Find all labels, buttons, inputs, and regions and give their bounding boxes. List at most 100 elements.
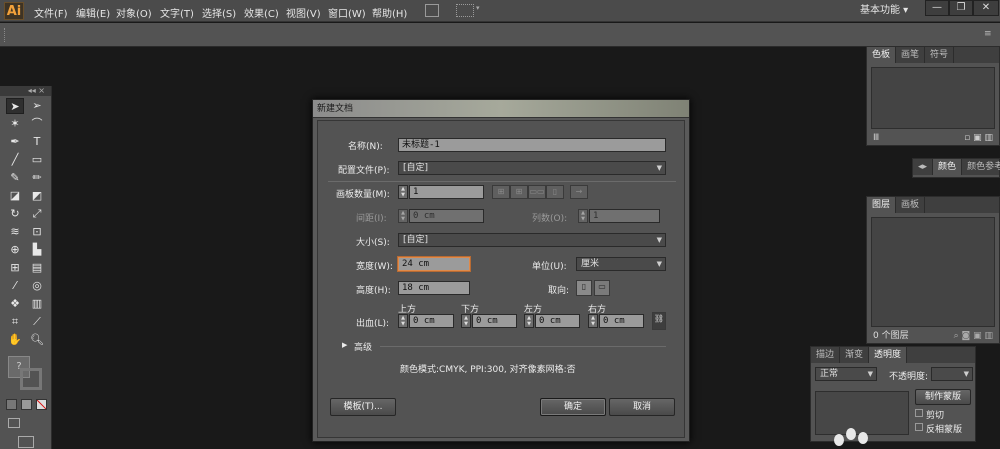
- tab-transparency[interactable]: 透明度: [869, 347, 908, 363]
- grid-by-column-icon[interactable]: ⊞: [510, 185, 528, 199]
- blob-brush-tool-icon[interactable]: ◪: [6, 188, 24, 204]
- hand-tool-icon[interactable]: ✋: [6, 332, 24, 348]
- drawing-mode-icon[interactable]: [8, 418, 20, 428]
- close-button[interactable]: ✕: [973, 0, 999, 16]
- landscape-orientation-icon[interactable]: ▭: [594, 280, 610, 296]
- portrait-orientation-icon[interactable]: ▯: [576, 280, 592, 296]
- menu-effect[interactable]: 效果(C): [244, 5, 279, 20]
- menu-edit[interactable]: 编辑(E): [76, 5, 110, 20]
- width-input[interactable]: 24 cm: [398, 257, 470, 271]
- artboard-tool-icon[interactable]: ⌗: [6, 314, 24, 330]
- change-to-rtl-icon[interactable]: →: [570, 185, 588, 199]
- grid-by-row-icon[interactable]: ⊞: [492, 185, 510, 199]
- shape-builder-tool-icon[interactable]: ⊕: [6, 242, 24, 258]
- column-graph-tool-icon[interactable]: ▥: [28, 296, 46, 312]
- bleed-top-stepper[interactable]: ▲ ▼: [398, 314, 408, 328]
- bleed-left-stepper[interactable]: ▲ ▼: [524, 314, 534, 328]
- slice-tool-icon[interactable]: ⟋: [28, 314, 46, 330]
- zoom-tool-icon[interactable]: 🔍︎: [28, 332, 46, 348]
- bridge-icon[interactable]: [425, 4, 439, 17]
- color-mode-icon[interactable]: [6, 399, 17, 410]
- stroke-swatch-icon[interactable]: [20, 368, 42, 390]
- restore-button[interactable]: ❐: [949, 0, 973, 16]
- rectangle-tool-icon[interactable]: ▭: [28, 152, 46, 168]
- symbol-sprayer-tool-icon[interactable]: ❖: [6, 296, 24, 312]
- columns-input[interactable]: 1: [589, 209, 660, 223]
- bleed-bottom-input[interactable]: 0 cm: [472, 314, 517, 328]
- tab-gradient[interactable]: 渐变: [840, 347, 870, 363]
- tab-color-guide[interactable]: 颜色参考: [962, 159, 1000, 175]
- screen-mode-icon[interactable]: [18, 436, 34, 448]
- templates-button[interactable]: 模板(T)...: [330, 398, 396, 416]
- spacing-stepper[interactable]: ▲ ▼: [398, 209, 408, 223]
- pencil-tool-icon[interactable]: ✏: [28, 170, 46, 186]
- clip-checkbox[interactable]: [915, 409, 923, 417]
- scale-tool-icon[interactable]: ⤢: [28, 206, 46, 222]
- tab-artboards[interactable]: 画板: [896, 197, 926, 213]
- gradient-mode-icon[interactable]: [21, 399, 32, 410]
- height-input[interactable]: 18 cm: [398, 281, 470, 295]
- menu-view[interactable]: 视图(V): [286, 5, 321, 20]
- make-mask-button[interactable]: 制作蒙版: [915, 389, 971, 405]
- bleed-top-input[interactable]: 0 cm: [409, 314, 454, 328]
- menu-file[interactable]: 文件(F): [34, 5, 68, 20]
- arrange-dropdown-icon[interactable]: ▾: [476, 4, 480, 12]
- toolbox-header[interactable]: ◂◂ ×: [0, 86, 51, 96]
- rotate-tool-icon[interactable]: ↻: [6, 206, 24, 222]
- bleed-left-input[interactable]: 0 cm: [535, 314, 580, 328]
- units-select[interactable]: 厘米 ▼: [576, 257, 666, 271]
- tab-stroke[interactable]: 描边: [811, 347, 841, 363]
- pen-tool-icon[interactable]: ✒: [6, 134, 24, 150]
- type-tool-icon[interactable]: T: [28, 134, 46, 150]
- lasso-tool-icon[interactable]: ⌒: [28, 116, 46, 132]
- menu-help[interactable]: 帮助(H): [372, 5, 407, 20]
- advanced-label[interactable]: 高级: [354, 340, 372, 353]
- invert-mask-checkbox[interactable]: [915, 423, 923, 431]
- menu-type[interactable]: 文字(T): [160, 5, 194, 20]
- tab-symbols[interactable]: 符号: [925, 47, 955, 63]
- paintbrush-tool-icon[interactable]: ✎: [6, 170, 24, 186]
- bleed-right-input[interactable]: 0 cm: [599, 314, 644, 328]
- name-input[interactable]: 未标题-1: [398, 138, 666, 152]
- selection-tool-icon[interactable]: ➤: [6, 98, 24, 114]
- gradient-tool-icon[interactable]: ▤: [28, 260, 46, 276]
- expand-advanced-icon[interactable]: ▶: [342, 341, 347, 349]
- tab-color[interactable]: 颜色: [933, 159, 963, 175]
- link-bleed-icon[interactable]: ⛓: [652, 312, 666, 330]
- arrange-documents-icon[interactable]: [456, 4, 474, 17]
- none-mode-icon[interactable]: [36, 399, 47, 410]
- direct-selection-tool-icon[interactable]: ➢: [28, 98, 46, 114]
- opacity-select[interactable]: ▼: [931, 367, 973, 381]
- free-transform-tool-icon[interactable]: ⊡: [28, 224, 46, 240]
- artboards-stepper[interactable]: ▲ ▼: [398, 185, 408, 199]
- spacing-input[interactable]: 0 cm: [409, 209, 484, 223]
- eyedropper-tool-icon[interactable]: ⁄: [6, 278, 24, 294]
- artboards-input[interactable]: 1: [409, 185, 484, 199]
- control-bar-menu-icon[interactable]: ≡: [984, 29, 992, 39]
- menu-object[interactable]: 对象(O): [116, 5, 152, 20]
- profile-select[interactable]: [自定] ▼: [398, 161, 666, 175]
- cancel-button[interactable]: 取消: [609, 398, 675, 416]
- blend-tool-icon[interactable]: ◎: [28, 278, 46, 294]
- eraser-tool-icon[interactable]: ◩: [28, 188, 46, 204]
- bleed-bottom-stepper[interactable]: ▲ ▼: [461, 314, 471, 328]
- workspace-switcher[interactable]: 基本功能 ▾: [860, 3, 920, 19]
- bleed-right-stepper[interactable]: ▲ ▼: [588, 314, 598, 328]
- tab-swatches[interactable]: 色板: [867, 47, 897, 63]
- width-tool-icon[interactable]: ≋: [6, 224, 24, 240]
- swatch-actions-icon[interactable]: ▫ ▣ ▥: [964, 133, 993, 143]
- ok-button[interactable]: 确定: [540, 398, 606, 416]
- menu-window[interactable]: 窗口(W): [328, 5, 366, 20]
- magic-wand-tool-icon[interactable]: ✶: [6, 116, 24, 132]
- menu-select[interactable]: 选择(S): [202, 5, 236, 20]
- tab-layers[interactable]: 图层: [867, 197, 897, 213]
- swatch-libraries-icon[interactable]: Ⅲ: [873, 133, 879, 143]
- line-tool-icon[interactable]: ╱: [6, 152, 24, 168]
- tab-brushes[interactable]: 画笔: [896, 47, 926, 63]
- color-panel-arrows-icon[interactable]: ◂▸: [913, 159, 934, 175]
- blend-mode-select[interactable]: 正常 ▼: [815, 367, 877, 381]
- mesh-tool-icon[interactable]: ⊞: [6, 260, 24, 276]
- arrange-by-row-icon[interactable]: ▭▭: [528, 185, 546, 199]
- size-select[interactable]: [自定] ▼: [398, 233, 666, 247]
- grip-icon[interactable]: [4, 28, 6, 42]
